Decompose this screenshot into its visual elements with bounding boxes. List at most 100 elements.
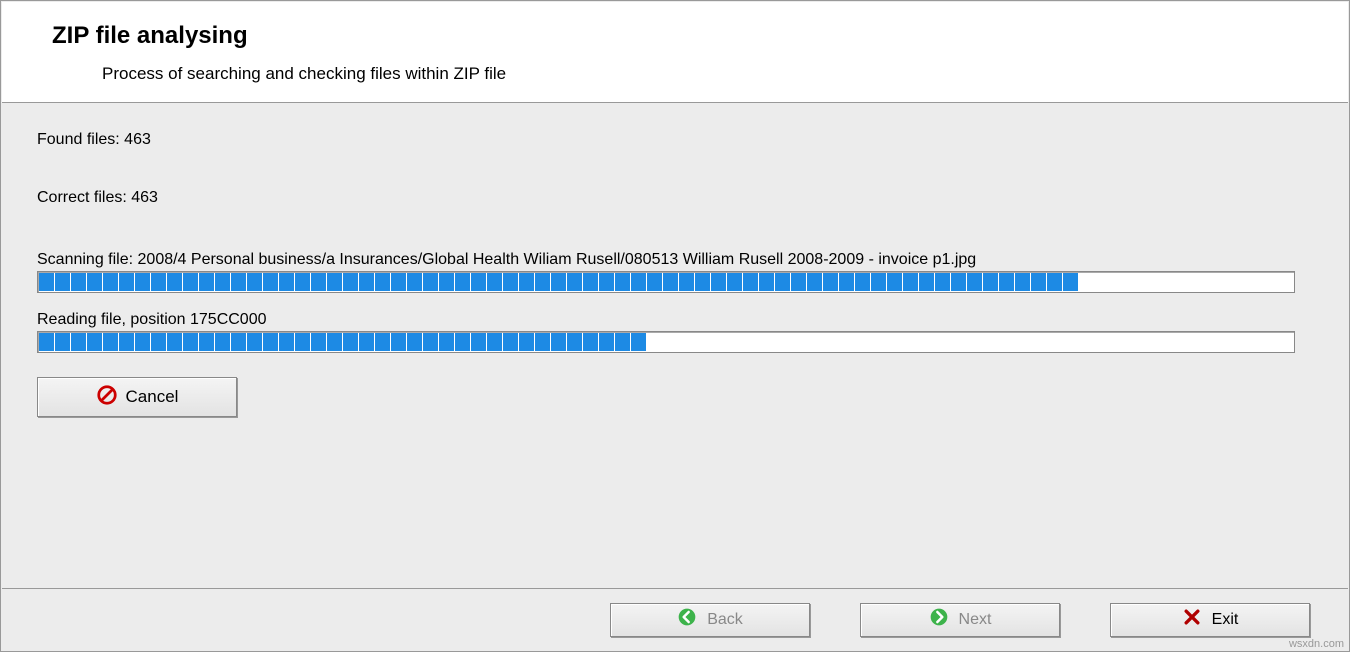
progress-segment [39,273,54,291]
progress-segment [759,273,774,291]
header-panel: ZIP file analysing Process of searching … [2,2,1348,103]
exit-button[interactable]: Exit [1110,603,1310,637]
progress-segment [231,333,246,351]
back-icon [677,607,697,632]
progress-segment [103,333,118,351]
cancel-button-label: Cancel [126,387,179,407]
progress-segment [263,273,278,291]
progress-segment [983,273,998,291]
progress-segment [343,333,358,351]
progress-segment [551,273,566,291]
progress-segment [535,273,550,291]
progress-segment [439,273,454,291]
progress-segment [231,273,246,291]
back-button-label: Back [707,611,743,629]
progress-segment [359,273,374,291]
progress-segment [87,273,102,291]
progress-segment [103,273,118,291]
content-panel: Found files: 463 Correct files: 463 Scan… [1,103,1349,588]
progress-segment [87,333,102,351]
progress-segment [183,273,198,291]
progress-segment [647,273,662,291]
progress-segment [711,273,726,291]
correct-files-label: Correct files: [37,189,127,206]
progress-segment [263,333,278,351]
progress-segment [391,333,406,351]
progress-segment [407,273,422,291]
scanning-file-label: Scanning file: [37,251,133,268]
correct-files-value: 463 [131,189,158,206]
progress-segment [967,273,982,291]
progress-segment [551,333,566,351]
progress-segment [455,273,470,291]
progress-segment [183,333,198,351]
progress-segment [151,273,166,291]
next-icon [929,607,949,632]
progress-segment [375,273,390,291]
progress-segment [311,273,326,291]
progress-segment [423,273,438,291]
progress-segment [503,273,518,291]
found-files-line: Found files: 463 [37,131,1313,149]
progress-segment [727,273,742,291]
cancel-button[interactable]: Cancel [37,377,237,417]
footer-panel: Back Next Exit [2,588,1348,650]
progress-segment [567,273,582,291]
progress-segment [823,273,838,291]
progress-segment [1031,273,1046,291]
progress-segment [919,273,934,291]
progress-segment [663,273,678,291]
progress-segment [327,333,342,351]
progress-segment [39,333,54,351]
progress-segment [839,273,854,291]
progress-segment [871,273,886,291]
progress-segment [807,273,822,291]
progress-segment [951,273,966,291]
progress-segment [1063,273,1078,291]
progress-segment [775,273,790,291]
exit-icon [1182,607,1202,632]
progress-segment [935,273,950,291]
progress-segment [119,333,134,351]
progress-segment [167,333,182,351]
progress-segment [631,333,646,351]
found-files-label: Found files: [37,131,120,148]
progress-segment [567,333,582,351]
next-button-label: Next [959,611,992,629]
correct-files-line: Correct files: 463 [37,189,1313,207]
progress-segment [279,333,294,351]
scanning-file-path: 2008/4 Personal business/a Insurances/Gl… [138,251,977,268]
progress-segment [55,333,70,351]
progress-segment [999,273,1014,291]
progress-segment [135,273,150,291]
wizard-dialog: ZIP file analysing Process of searching … [0,0,1350,652]
progress-segment [535,333,550,351]
progress-segment [599,273,614,291]
progress-segment [199,333,214,351]
reading-file-label: Reading file, position [37,311,186,328]
progress-segment [903,273,918,291]
progress-segment [167,273,182,291]
progress-segment [295,273,310,291]
next-button[interactable]: Next [860,603,1060,637]
progress-segment [583,273,598,291]
progress-segment [487,333,502,351]
progress-segment [1047,273,1062,291]
progress-segment [279,273,294,291]
progress-segment [471,273,486,291]
back-button[interactable]: Back [610,603,810,637]
progress-segment [615,273,630,291]
progress-segment [407,333,422,351]
progress-segment [503,333,518,351]
progress-segment [215,273,230,291]
cancel-icon [96,384,118,411]
reading-file-line: Reading file, position 175CC000 [37,311,1313,329]
progress-segment [247,273,262,291]
progress-segment [135,333,150,351]
progress-segment [215,333,230,351]
progress-segment [583,333,598,351]
progress-segment [1015,273,1030,291]
progress-segment [119,273,134,291]
reading-file-position: 175CC000 [190,311,267,328]
progress-segment [439,333,454,351]
